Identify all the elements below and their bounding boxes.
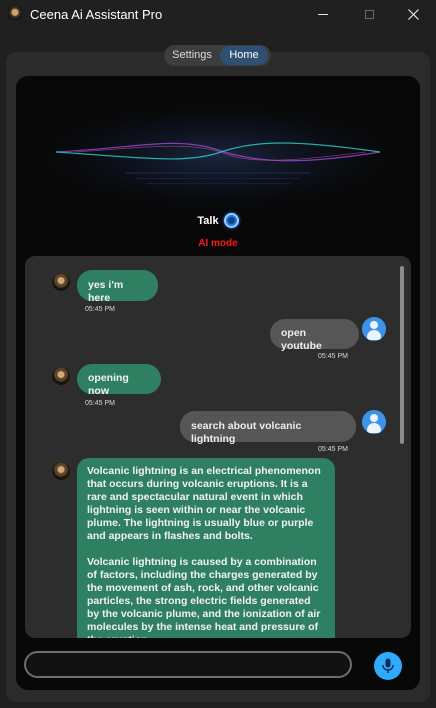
- ai-avatar: [51, 272, 71, 292]
- tab-settings[interactable]: Settings: [164, 46, 220, 65]
- message-time: 05:45 PM: [318, 353, 348, 360]
- message-time: 05:45 PM: [85, 306, 115, 313]
- talk-label: Talk: [197, 214, 219, 227]
- assistant-panel: Talk AI mode yes i'm here 05:45 PM open …: [16, 76, 420, 690]
- nav-tabs: Settings Home: [164, 45, 271, 66]
- window-title: Ceena Ai Assistant Pro: [30, 7, 163, 22]
- maximize-icon: [364, 9, 374, 19]
- ai-avatar: [51, 461, 71, 481]
- record-dot-icon: [227, 217, 235, 224]
- close-button[interactable]: [390, 0, 436, 28]
- mic-button[interactable]: [374, 652, 402, 680]
- microphone-icon: [382, 658, 394, 673]
- ai-message: yes i'm here: [77, 270, 158, 304]
- ai-message: opening now: [77, 364, 161, 397]
- voice-waveform: [18, 94, 418, 214]
- talk-button[interactable]: [223, 213, 239, 228]
- message-input[interactable]: [24, 651, 352, 678]
- chat-scrollbar[interactable]: [400, 266, 404, 444]
- ai-message: Volcanic lightning is an electrical phen…: [77, 458, 335, 638]
- message-time: 05:45 PM: [85, 400, 115, 407]
- user-message: search about volcanic lightning: [180, 411, 356, 445]
- ai-avatar: [51, 366, 71, 386]
- tab-home[interactable]: Home: [220, 46, 268, 65]
- app-logo-icon: [8, 6, 22, 20]
- talk-row: Talk: [16, 213, 420, 228]
- minimize-button[interactable]: [300, 0, 346, 28]
- user-message: open youtube: [270, 319, 359, 352]
- user-avatar-icon: [362, 317, 386, 341]
- close-icon: [407, 8, 419, 20]
- minimize-icon: [318, 13, 328, 15]
- ai-mode-label: AI mode: [198, 238, 238, 249]
- user-avatar-icon: [362, 410, 386, 434]
- title-bar: Ceena Ai Assistant Pro: [0, 0, 436, 28]
- chat-log[interactable]: yes i'm here 05:45 PM open youtube 05:45…: [25, 256, 411, 638]
- message-time: 05:45 PM: [318, 446, 348, 453]
- maximize-button[interactable]: [346, 0, 392, 28]
